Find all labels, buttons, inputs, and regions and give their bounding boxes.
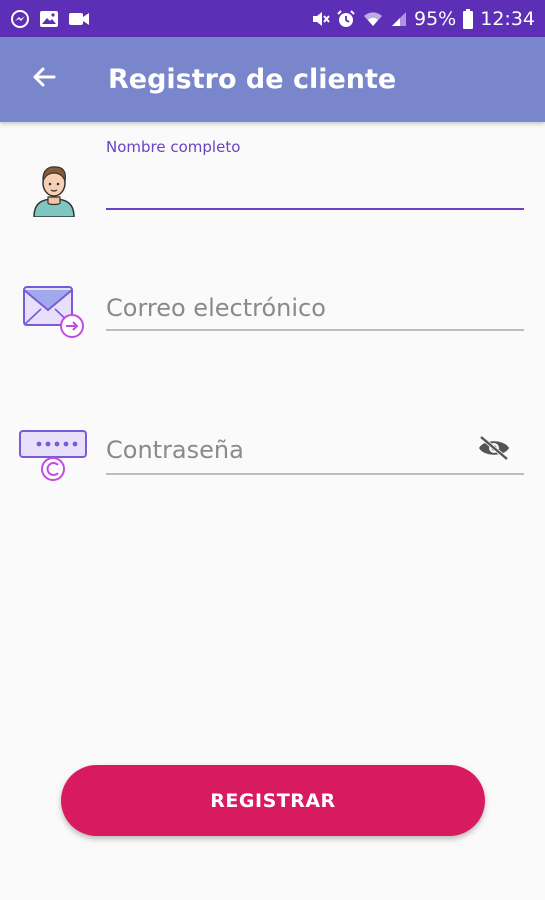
email-field — [106, 286, 524, 336]
name-field-row: Nombre completo — [0, 122, 545, 232]
eye-off-icon — [477, 434, 511, 467]
email-icon — [20, 282, 86, 340]
page-title: Registro de cliente — [108, 64, 397, 95]
user-avatar-icon — [28, 160, 80, 218]
password-field-row — [0, 412, 545, 492]
name-underline — [106, 208, 524, 210]
register-button[interactable]: REGISTRAR — [61, 765, 485, 836]
wifi-icon — [362, 10, 384, 28]
status-left-icons — [10, 9, 90, 29]
alarm-icon — [336, 9, 356, 29]
status-time: 12:34 — [480, 7, 535, 30]
messenger-icon — [10, 9, 30, 29]
battery-percent: 95% — [414, 7, 457, 30]
password-field — [106, 428, 524, 478]
gallery-icon — [39, 10, 59, 28]
email-underline — [106, 329, 524, 331]
email-input[interactable] — [106, 288, 524, 328]
signal-icon — [390, 10, 408, 28]
status-bar: 95% 12:34 — [0, 0, 545, 37]
battery-icon — [462, 8, 474, 29]
status-right-icons: 95% 12:34 — [310, 8, 535, 30]
app-bar: Registro de cliente — [0, 37, 545, 122]
video-icon — [68, 11, 90, 27]
toggle-password-visibility[interactable] — [474, 430, 514, 470]
name-label: Nombre completo — [106, 138, 241, 156]
password-underline — [106, 473, 524, 475]
name-field: Nombre completo — [106, 138, 524, 214]
password-input[interactable] — [106, 430, 466, 470]
mute-icon — [310, 9, 330, 29]
password-icon — [16, 424, 92, 482]
email-field-row — [0, 270, 545, 350]
name-input[interactable] — [106, 166, 524, 206]
arrow-left-icon — [30, 63, 58, 96]
back-button[interactable] — [14, 50, 74, 110]
